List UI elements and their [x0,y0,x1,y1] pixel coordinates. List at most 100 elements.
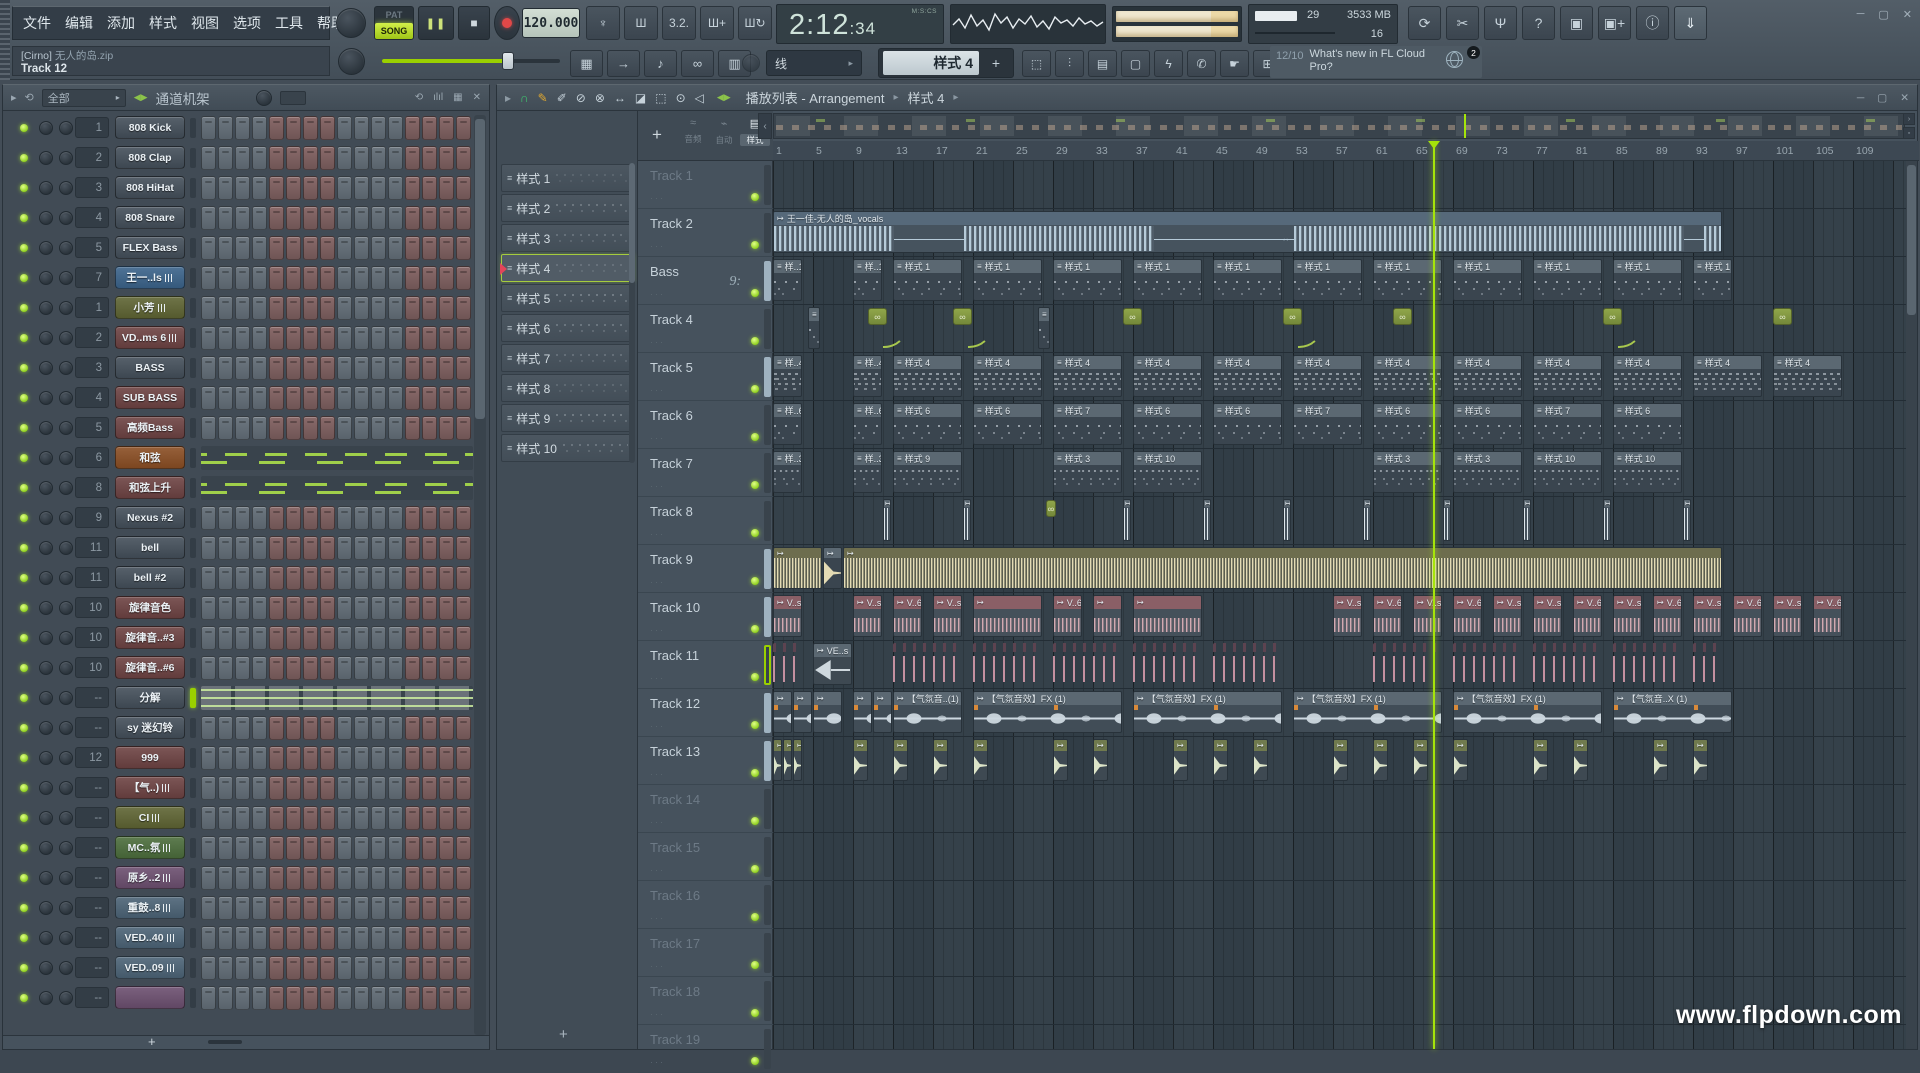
channel-volume-knob[interactable] [59,691,73,705]
channel-volume-knob[interactable] [59,481,73,495]
step-button[interactable] [388,746,403,770]
step-button[interactable] [388,926,403,950]
step-button[interactable] [422,116,437,140]
clip-ticks[interactable] [1533,643,1602,685]
clip-vocal[interactable]: ↦王一佳-无人的岛_vocals↔ [773,211,1722,253]
channel-target-number[interactable]: 4 [75,387,109,408]
channel-target-number[interactable]: 4 [75,207,109,228]
step-button[interactable] [388,836,403,860]
clip-hit[interactable]: ↦ [1653,739,1668,781]
channel-button-VED..40[interactable]: VED..40 [115,926,185,949]
clip-apink[interactable]: ↦V..6 [1453,595,1482,637]
channel-target-number[interactable]: -- [75,807,109,828]
channel-volume-knob[interactable] [59,871,73,885]
pattern-item-3[interactable]: ≡样式 3 [501,224,634,252]
step-button[interactable] [337,836,352,860]
track-options[interactable]: ··· [650,1057,665,1067]
clip-hit[interactable]: ↦ [893,739,908,781]
step-button[interactable] [303,656,318,680]
rack-hscroll[interactable] [208,1040,242,1044]
channel-select-strip[interactable] [190,388,196,408]
step-button[interactable] [252,596,267,620]
channel-select-strip[interactable] [190,658,196,678]
channel-mute-led[interactable] [20,364,28,372]
step-button[interactable] [269,806,284,830]
track-options[interactable]: ··· [650,241,665,251]
tool-switcher-icon[interactable]: ⟳ [1408,6,1441,40]
step-button[interactable] [405,746,420,770]
channel-pan-knob[interactable] [39,361,53,375]
tempo-display[interactable]: 120.000 [522,8,580,38]
step-button[interactable] [439,956,454,980]
step-button[interactable] [218,746,233,770]
channel-select-strip[interactable] [190,148,196,168]
step-button[interactable] [269,656,284,680]
track-color-strip[interactable] [764,693,771,733]
add-track-button[interactable]: + [652,125,662,145]
step-button[interactable] [422,146,437,170]
step-button[interactable] [218,566,233,590]
channel-button-旋律音..#6[interactable]: 旋律音..#6 [115,656,185,679]
clip-pat[interactable]: ≡样式 1 [893,259,962,301]
step-button[interactable] [320,266,335,290]
channel-button-808 Kick[interactable]: 808 Kick [115,116,185,139]
step-button[interactable] [303,206,318,230]
channel-volume-knob[interactable] [59,631,73,645]
clip-hit[interactable]: ↦ [1093,739,1108,781]
step-button[interactable] [405,536,420,560]
channel-select-strip[interactable] [190,688,196,708]
step-button[interactable] [235,296,250,320]
step-button[interactable] [371,506,386,530]
channel-button-808 HiHat[interactable]: 808 HiHat [115,176,185,199]
slip-tool-icon[interactable]: ◪ [635,91,646,105]
step-button[interactable] [405,506,420,530]
channel-target-number[interactable]: 12 [75,747,109,768]
step-button[interactable] [320,596,335,620]
track-header-Track-5[interactable]: Track 5··· [638,353,773,401]
channel-mute-led[interactable] [20,514,28,522]
select-tool-icon[interactable]: ⬚ [655,91,666,105]
step-button[interactable] [252,236,267,260]
step-button[interactable] [201,596,216,620]
clip-pat[interactable]: ≡样式 4 [973,355,1042,397]
step-button[interactable] [371,356,386,380]
channel-target-number[interactable]: 10 [75,657,109,678]
step-button[interactable] [320,416,335,440]
clip-hit[interactable]: ↦ [1213,739,1228,781]
step-button[interactable] [439,386,454,410]
clip-apink[interactable]: ↦V..s 6 [1533,595,1562,637]
channel-target-number[interactable]: 2 [75,327,109,348]
channel-button-王一..ls[interactable]: 王一..ls [115,266,185,289]
track-lane-1[interactable] [773,161,1907,209]
step-button[interactable] [456,266,471,290]
step-button[interactable] [354,866,369,890]
step-button[interactable] [269,896,284,920]
track-options[interactable]: ··· [650,817,665,827]
step-button[interactable] [337,206,352,230]
rack-scrollbar[interactable] [474,115,486,1035]
clip-hit[interactable]: ↦ [1693,739,1708,781]
track-color-strip[interactable] [764,597,771,637]
channel-button-【气..)[interactable]: 【气..) [115,776,185,799]
channel-select-strip[interactable] [190,118,196,138]
channel-pan-knob[interactable] [39,541,53,555]
step-button[interactable] [422,656,437,680]
channel-target-number[interactable]: -- [75,717,109,738]
step-button[interactable] [303,176,318,200]
step-button[interactable] [320,656,335,680]
step-button[interactable] [218,356,233,380]
clip-apink[interactable]: ↦V..6 [1373,595,1402,637]
step-button[interactable] [286,776,301,800]
track-color-strip[interactable] [764,981,771,1021]
clip-pat[interactable]: ≡样式 6 [973,403,1042,445]
time-display[interactable]: 2:12:34 M:S:CS [776,4,944,44]
step-button[interactable] [218,506,233,530]
channel-mute-led[interactable] [20,454,28,462]
channel-volume-knob[interactable] [59,931,73,945]
clip-apink[interactable]: ↦V..s 6 [1333,595,1362,637]
channel-volume-knob[interactable] [59,331,73,345]
close-icon[interactable]: ✕ [1903,8,1912,21]
channel-button-808 Clap[interactable]: 808 Clap [115,146,185,169]
track-mute-led[interactable] [751,865,759,873]
track-options[interactable]: ··· [650,337,665,347]
